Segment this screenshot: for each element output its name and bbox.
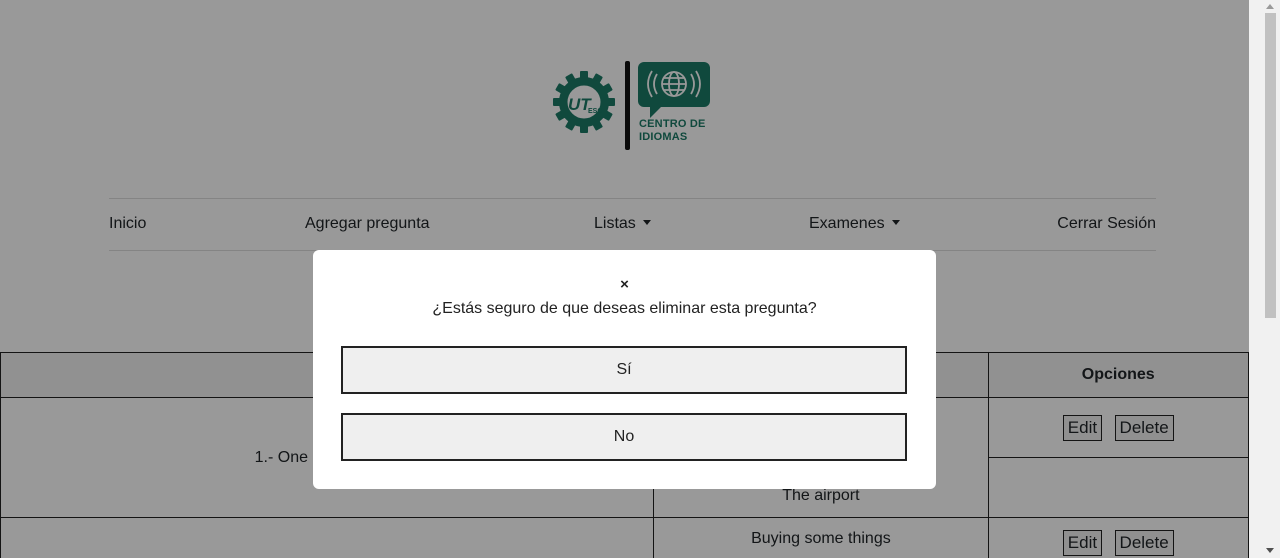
- confirm-no-button[interactable]: No: [341, 413, 907, 461]
- page: UT ESC CENTRO DE IDIOMAS Inicio Agregar …: [0, 0, 1249, 558]
- modal-message: ¿Estás seguro de que deseas eliminar est…: [432, 300, 817, 317]
- close-icon[interactable]: ×: [313, 276, 936, 293]
- scroll-up-arrow-icon[interactable]: [1266, 4, 1274, 9]
- scrollbar-thumb[interactable]: [1265, 13, 1276, 318]
- scroll-down-arrow-icon[interactable]: [1266, 548, 1274, 553]
- confirm-delete-modal: × ¿Estás seguro de que deseas eliminar e…: [313, 250, 936, 489]
- confirm-yes-button[interactable]: Sí: [341, 346, 907, 394]
- vertical-scrollbar[interactable]: [1249, 0, 1280, 558]
